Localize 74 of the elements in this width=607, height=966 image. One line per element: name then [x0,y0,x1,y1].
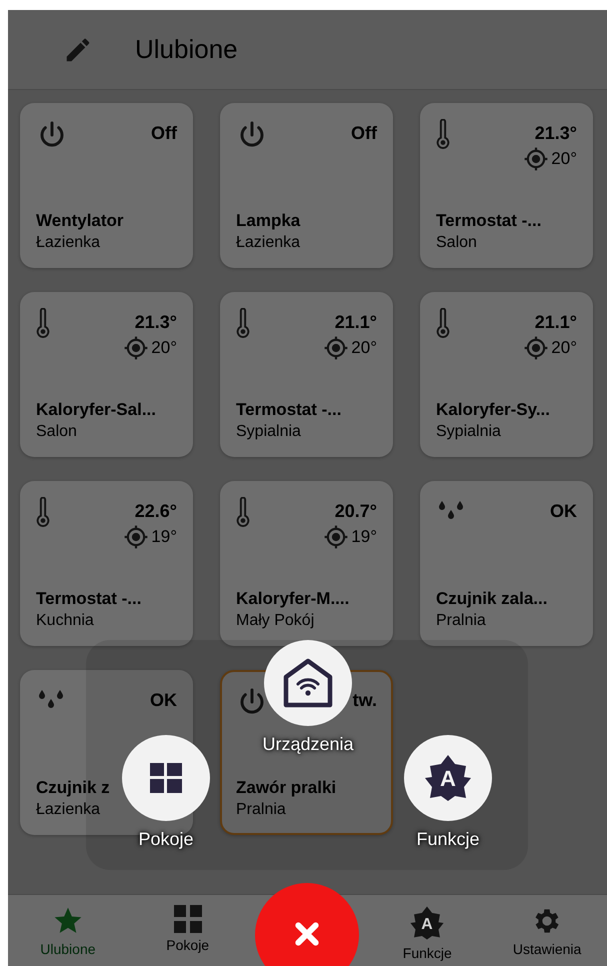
thermometer-icon [236,308,250,338]
current-temperature: 21.3° [134,312,177,333]
nav-tab[interactable]: Ulubione [8,895,128,966]
fab-menu-label: Funkcje [416,829,480,850]
room-name: Łazienka [36,801,102,819]
device-name: Termostat -... [36,589,142,609]
device-name: Czujnik zala... [436,589,548,609]
room-name: Łazienka [236,234,302,252]
device-state: Off [351,123,377,144]
room-name: Mały Pokój [236,612,316,630]
current-temperature: 20.7° [334,501,377,522]
grid-icon [174,905,202,933]
device-card[interactable]: Off Wentylator Łazienka [20,103,193,268]
close-icon [294,921,320,947]
device-state: tw. [352,690,377,711]
target-temperature: 20° [351,338,377,358]
device-name: Termostat -... [236,400,342,420]
thermometer-icon [236,497,250,527]
star-badge-icon: A [409,905,446,941]
target-icon [523,335,550,361]
nav-tab[interactable]: A Funkcje [367,895,488,966]
target-icon [323,524,350,550]
device-state: Off [151,123,177,144]
current-temperature: 22.6° [134,501,177,522]
current-temperature: 21.1° [334,312,377,333]
device-name: Termostat -... [436,211,542,231]
device-card[interactable]: 21.1° 20° Kaloryfer-Sy... Sypialnia [420,292,593,457]
device-name: Kaloryfer-M.... [236,589,350,609]
device-name: Zawór pralki [236,778,338,798]
smart-home-icon [281,658,335,708]
room-name: Salon [36,423,78,441]
device-card[interactable]: Off Lampka Łazienka [220,103,393,268]
grid-icon [150,763,182,793]
device-name: Kaloryfer-Sy... [436,400,552,420]
device-card[interactable]: 20.7° 19° Kaloryfer-M.... Mały Pokój [220,481,393,646]
target-temperature: 20° [551,338,577,358]
room-name: Łazienka [36,234,102,252]
target-icon [523,146,550,172]
current-temperature: 21.1° [534,312,577,333]
device-name: Wentylator [36,211,125,231]
room-name: Salon [436,234,478,252]
target-temperature: 19° [151,527,177,547]
thermometer-icon [436,308,450,338]
device-name: Kaloryfer-Sal... [36,400,157,420]
thermometer-icon [36,308,50,338]
fab-menu-button[interactable]: A [404,735,492,821]
target-icon [323,335,350,361]
room-name: Pralnia [436,612,487,630]
target-icon [123,335,150,361]
fab-menu-label: Urządzenia [262,734,354,755]
device-card[interactable]: 22.6° 19° Termostat -... Kuchnia [20,481,193,646]
device-card[interactable]: 21.1° 20° Termostat -... Sypialnia [220,292,393,457]
thermometer-icon [436,119,450,149]
target-temperature: 19° [351,527,377,547]
screen-title: Ulubione [135,34,238,65]
target-icon [123,524,150,550]
device-name: Lampka [236,211,302,231]
current-temperature: 21.3° [534,123,577,144]
device-state: OK [550,501,577,522]
nav-tab[interactable]: Pokoje [128,895,248,966]
star-badge-icon: A [423,753,473,803]
thermometer-icon [36,497,50,527]
nav-tab[interactable]: Ustawienia [487,895,607,966]
device-card[interactable]: OK Czujnik zala... Pralnia [420,481,593,646]
target-temperature: 20° [551,149,577,169]
device-card[interactable]: 21.3° 20° Kaloryfer-Sal... Salon [20,292,193,457]
room-name: Pralnia [236,801,287,819]
room-name: Sypialnia [236,423,302,441]
device-card[interactable]: 21.3° 20° Termostat -... Salon [420,103,593,268]
room-name: Kuchnia [36,612,95,630]
target-temperature: 20° [151,338,177,358]
device-name: Czujnik z [36,778,111,798]
device-state: OK [150,690,177,711]
room-name: Sypialnia [436,423,502,441]
